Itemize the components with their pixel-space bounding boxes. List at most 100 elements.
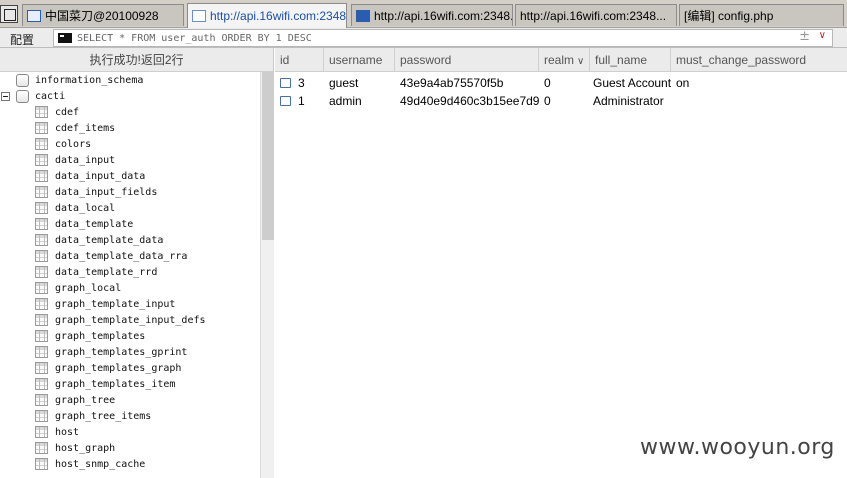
- cell-username: admin: [329, 94, 362, 108]
- tree-label: graph_template_input_defs: [55, 314, 206, 326]
- tree-label: colors: [55, 138, 92, 150]
- tree-scrollbar[interactable]: [260, 72, 274, 478]
- column-header-id[interactable]: id: [275, 48, 324, 72]
- table-icon: [35, 394, 48, 406]
- tree-table-item[interactable]: data_local: [0, 200, 260, 216]
- table-icon: [35, 106, 48, 118]
- column-header-password[interactable]: password: [395, 48, 539, 72]
- column-header-full-name[interactable]: full_name: [590, 48, 671, 72]
- table-icon: [35, 138, 48, 150]
- tab-label: 中国菜刀@20100928: [45, 9, 159, 23]
- column-header-username[interactable]: username: [324, 48, 395, 72]
- table-icon: [35, 202, 48, 214]
- tree-table-item[interactable]: graph_templates_graph: [0, 360, 260, 376]
- tree-table-item[interactable]: cdef_items: [0, 120, 260, 136]
- scroll-thumb[interactable]: [262, 72, 274, 240]
- window-icon: [27, 9, 41, 22]
- tree-label: data_input_data: [55, 170, 146, 182]
- table-icon: [35, 378, 48, 390]
- tree-table-item[interactable]: graph_templates_gprint: [0, 344, 260, 360]
- tree-table-item[interactable]: graph_templates: [0, 328, 260, 344]
- config-button[interactable]: 配置: [10, 31, 34, 48]
- tree-label: data_input: [55, 154, 116, 166]
- tree-table-item[interactable]: host_graph: [0, 440, 260, 456]
- table-icon: [35, 426, 48, 438]
- tree-db-information-schema[interactable]: information_schema: [0, 72, 260, 88]
- cell-id: 1: [298, 94, 305, 108]
- terminal-icon: [58, 33, 72, 43]
- table-icon: [35, 346, 48, 358]
- table-icon: [35, 186, 48, 198]
- tree-table-item[interactable]: graph_tree_items: [0, 408, 260, 424]
- tree-label: graph_templates_graph: [55, 362, 182, 374]
- tree-label: host_snmp_cache: [55, 458, 146, 470]
- tab-editor[interactable]: [编辑] config.php: [679, 4, 844, 26]
- cell-password: 43e9a4ab75570f5b: [400, 76, 504, 90]
- tree-label: graph_templates_gprint: [55, 346, 188, 358]
- tab-database[interactable]: http://api.16wifi.com:2348...: [187, 3, 347, 28]
- table-row[interactable]: 3 guest 43e9a4ab75570f5b 0 Guest Account…: [275, 74, 847, 92]
- database-icon: [16, 89, 29, 103]
- column-header-must-change-password[interactable]: must_change_password: [671, 48, 847, 72]
- sort-icon: ∨: [577, 56, 585, 67]
- tab-label: http://api.16wifi.com:2348...: [210, 9, 347, 23]
- tree-label: information_schema: [35, 74, 144, 86]
- page-icon: [192, 10, 206, 22]
- tree-table-item[interactable]: graph_templates_item: [0, 376, 260, 392]
- cell-full-name: Administrator: [593, 94, 664, 108]
- sql-query-text: SELECT * FROM user_auth ORDER BY 1 DESC: [77, 32, 312, 44]
- table-row[interactable]: 1 admin 49d40e9d460c3b15ee7d9... 0 Admin…: [275, 92, 847, 110]
- chevron-down-icon[interactable]: ∨: [819, 30, 826, 41]
- tree-table-item[interactable]: colors: [0, 136, 260, 152]
- database-icon: [16, 73, 29, 87]
- sql-query-input[interactable]: SELECT * FROM user_auth ORDER BY 1 DESC …: [53, 29, 833, 47]
- cell-username: guest: [329, 76, 359, 90]
- tree-table-item[interactable]: graph_local: [0, 280, 260, 296]
- tree-db-cacti[interactable]: cacti: [0, 88, 260, 104]
- tree-table-item[interactable]: graph_template_input: [0, 296, 260, 312]
- tree-table-item[interactable]: data_input_data: [0, 168, 260, 184]
- tab-label: http://api.16wifi.com:2348...: [374, 8, 513, 23]
- tree-table-item[interactable]: host: [0, 424, 260, 440]
- tab-terminal[interactable]: http://api.16wifi.com:2348...: [351, 4, 513, 26]
- tree-label: graph_local: [55, 282, 122, 294]
- row-checkbox[interactable]: [280, 78, 291, 88]
- collapse-icon[interactable]: [1, 91, 10, 101]
- table-icon: [35, 170, 48, 182]
- query-status: 执行成功!返回2行: [0, 48, 273, 72]
- tree-label: graph_tree_items: [55, 410, 152, 422]
- tree-table-item[interactable]: graph_template_input_defs: [0, 312, 260, 328]
- tree-label: data_template: [55, 218, 134, 230]
- tree-label: data_local: [55, 202, 116, 214]
- plus-minus-icon[interactable]: ±: [799, 29, 810, 44]
- result-grid: id username password realm ∨ full_name mu…: [275, 48, 847, 478]
- window-menu-button[interactable]: [0, 5, 18, 23]
- tree-label: data_template_data_rra: [55, 250, 188, 262]
- tree-table-item[interactable]: data_template_data: [0, 232, 260, 248]
- tree-table-item[interactable]: data_input: [0, 152, 260, 168]
- tree-label: host: [55, 426, 80, 438]
- table-icon: [35, 218, 48, 230]
- tree-table-item[interactable]: cdef: [0, 104, 260, 120]
- query-bar: 配置 SELECT * FROM user_auth ORDER BY 1 DE…: [0, 28, 847, 48]
- table-icon: [35, 298, 48, 310]
- table-icon: [35, 410, 48, 422]
- row-checkbox[interactable]: [280, 96, 291, 106]
- table-icon: [35, 282, 48, 294]
- grid-header: id username password realm ∨ full_name mu…: [275, 48, 847, 72]
- tree-table-item[interactable]: graph_tree: [0, 392, 260, 408]
- tab-main[interactable]: 中国菜刀@20100928: [22, 4, 184, 26]
- column-header-realm[interactable]: realm ∨: [539, 48, 590, 72]
- tree-table-item[interactable]: data_input_fields: [0, 184, 260, 200]
- tree-table-item[interactable]: data_template_rrd: [0, 264, 260, 280]
- tree-label: graph_templates_item: [55, 378, 176, 390]
- tree-table-item[interactable]: data_template: [0, 216, 260, 232]
- tab-files[interactable]: http://api.16wifi.com:2348...: [515, 4, 677, 26]
- tab-bar: 中国菜刀@20100928 http://api.16wifi.com:2348…: [0, 0, 847, 28]
- tree-table-item[interactable]: host_snmp_cache: [0, 456, 260, 472]
- tree-label: cdef: [55, 106, 80, 118]
- tree-label: graph_tree: [55, 394, 116, 406]
- tree-label: data_template_rrd: [55, 266, 158, 278]
- tree-table-item[interactable]: data_template_data_rra: [0, 248, 260, 264]
- cell-must-change-password: [671, 92, 847, 110]
